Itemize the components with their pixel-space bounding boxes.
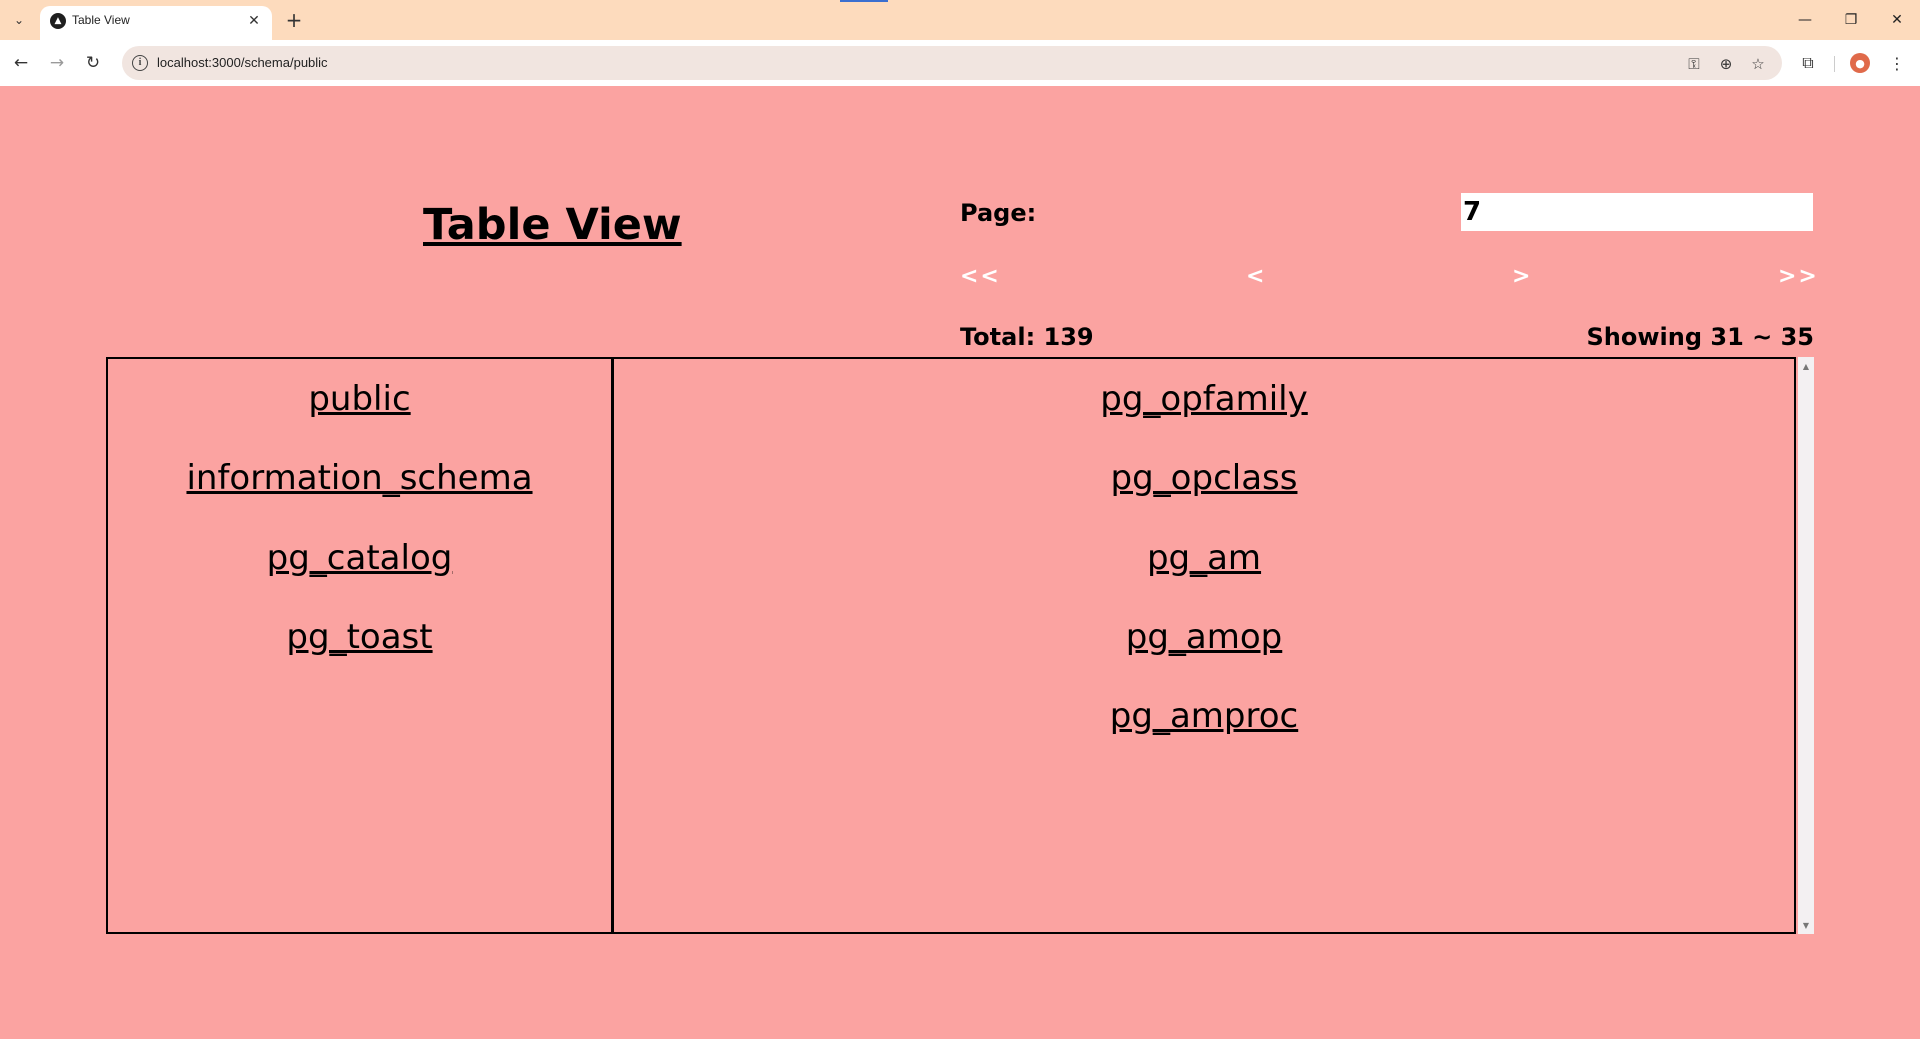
schema-table-panel: public information_schema pg_catalog pg_… (106, 357, 1796, 934)
extensions-puzzle-icon[interactable]: ⧉ (1795, 50, 1821, 76)
site-info-icon[interactable]: i (132, 55, 148, 71)
table-list: pg_opfamily pg_opclass pg_am pg_amop pg_… (614, 359, 1794, 932)
minimize-icon[interactable]: — (1790, 8, 1820, 32)
table-link[interactable]: pg_opclass (614, 458, 1794, 498)
next-page-button[interactable]: > (1512, 264, 1532, 289)
browser-toolbar: ← → ↻ i localhost:3000/schema/public ⚿ ⊕… (0, 40, 1920, 86)
tab-search-chevron-icon[interactable]: ⌄ (8, 9, 30, 31)
restore-icon[interactable]: ❐ (1836, 8, 1866, 32)
schema-list: public information_schema pg_catalog pg_… (108, 359, 614, 932)
browser-tab-active[interactable]: ▲ Table View ✕ (40, 6, 272, 40)
schema-link-information-schema[interactable]: information_schema (108, 458, 611, 498)
menu-kebab-icon[interactable]: ⋮ (1884, 50, 1910, 76)
loading-indicator (840, 0, 888, 2)
page-label: Page: (960, 199, 1037, 227)
schema-link-public[interactable]: public (108, 379, 611, 419)
table-link[interactable]: pg_opfamily (614, 379, 1794, 419)
prev-page-button[interactable]: < (1246, 264, 1266, 289)
first-page-button[interactable]: << (960, 264, 1001, 289)
address-bar[interactable]: i localhost:3000/schema/public ⚿ ⊕ ☆ (122, 46, 1782, 80)
browser-tabstrip: ⌄ ▲ Table View ✕ + — ❐ ✕ (0, 0, 1920, 40)
toolbar-divider (1834, 56, 1835, 72)
back-arrow-icon[interactable]: ← (8, 50, 34, 76)
password-key-icon[interactable]: ⚿ (1683, 53, 1705, 75)
tab-close-icon[interactable]: ✕ (244, 11, 264, 31)
total-count: Total: 139 (960, 323, 1094, 351)
scroll-down-icon[interactable]: ▼ (1798, 918, 1814, 932)
url-text[interactable]: localhost:3000/schema/public (157, 55, 328, 70)
schema-link-pg-catalog[interactable]: pg_catalog (108, 538, 611, 578)
new-tab-plus-icon[interactable]: + (282, 8, 306, 32)
table-scrollbar[interactable]: ▲ ▼ (1798, 357, 1814, 934)
page-title[interactable]: Table View (423, 200, 682, 250)
table-link[interactable]: pg_amproc (614, 696, 1794, 736)
table-link[interactable]: pg_amop (614, 617, 1794, 657)
page-number-input[interactable] (1461, 193, 1813, 231)
scroll-up-icon[interactable]: ▲ (1798, 359, 1814, 373)
zoom-icon[interactable]: ⊕ (1715, 53, 1737, 75)
bookmark-star-icon[interactable]: ☆ (1747, 53, 1769, 75)
profile-avatar[interactable]: ● (1850, 53, 1870, 73)
tab-title: Table View (72, 13, 130, 27)
schema-link-pg-toast[interactable]: pg_toast (108, 617, 611, 657)
reload-icon[interactable]: ↻ (80, 50, 106, 76)
showing-range: Showing 31 ~ 35 (1586, 323, 1815, 351)
window-close-icon[interactable]: ✕ (1882, 8, 1912, 32)
favicon-icon: ▲ (50, 13, 66, 29)
table-link[interactable]: pg_am (614, 538, 1794, 578)
last-page-button[interactable]: >> (1778, 264, 1819, 289)
forward-arrow-icon[interactable]: → (44, 50, 70, 76)
